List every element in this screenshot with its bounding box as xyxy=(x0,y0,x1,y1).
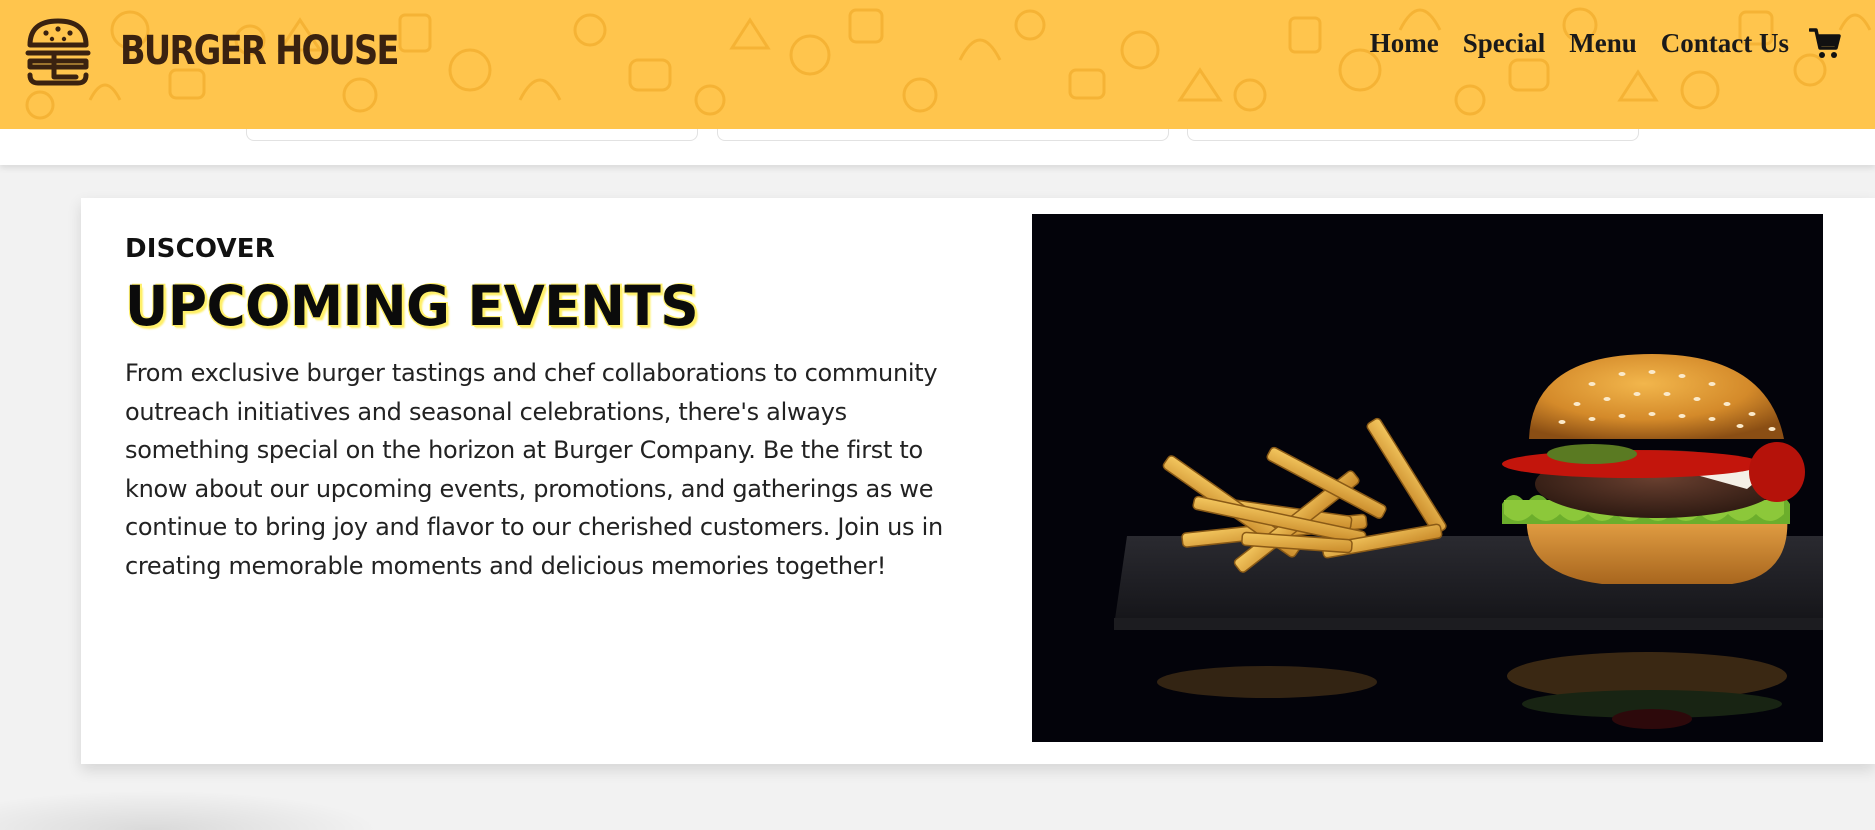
burger-and-fries-image xyxy=(1032,214,1823,742)
brand[interactable]: BURGER HOUSE xyxy=(24,12,451,90)
events-text: DISCOVER UPCOMING EVENTS From exclusive … xyxy=(125,234,975,585)
burger-logo-icon xyxy=(25,18,91,86)
shopping-cart-icon[interactable] xyxy=(1809,26,1841,60)
section-title: UPCOMING EVENTS xyxy=(125,274,699,338)
section-eyebrow: DISCOVER xyxy=(125,234,275,264)
nav-menu[interactable]: Menu xyxy=(1569,28,1637,59)
site-header: BURGER HOUSE Home Special Menu Contact U… xyxy=(0,0,1875,129)
upcoming-events-section: DISCOVER UPCOMING EVENTS From exclusive … xyxy=(81,198,1875,764)
section-description: From exclusive burger tastings and chef … xyxy=(125,359,943,580)
main-navigation: Home Special Menu Contact Us xyxy=(1346,26,1841,60)
nav-contact-us[interactable]: Contact Us xyxy=(1661,28,1789,59)
brand-name: BURGER HOUSE xyxy=(120,28,400,74)
nav-special[interactable]: Special xyxy=(1463,28,1546,59)
footer-shadow xyxy=(0,790,380,830)
cards-strip xyxy=(0,125,1875,165)
nav-home[interactable]: Home xyxy=(1370,28,1439,59)
